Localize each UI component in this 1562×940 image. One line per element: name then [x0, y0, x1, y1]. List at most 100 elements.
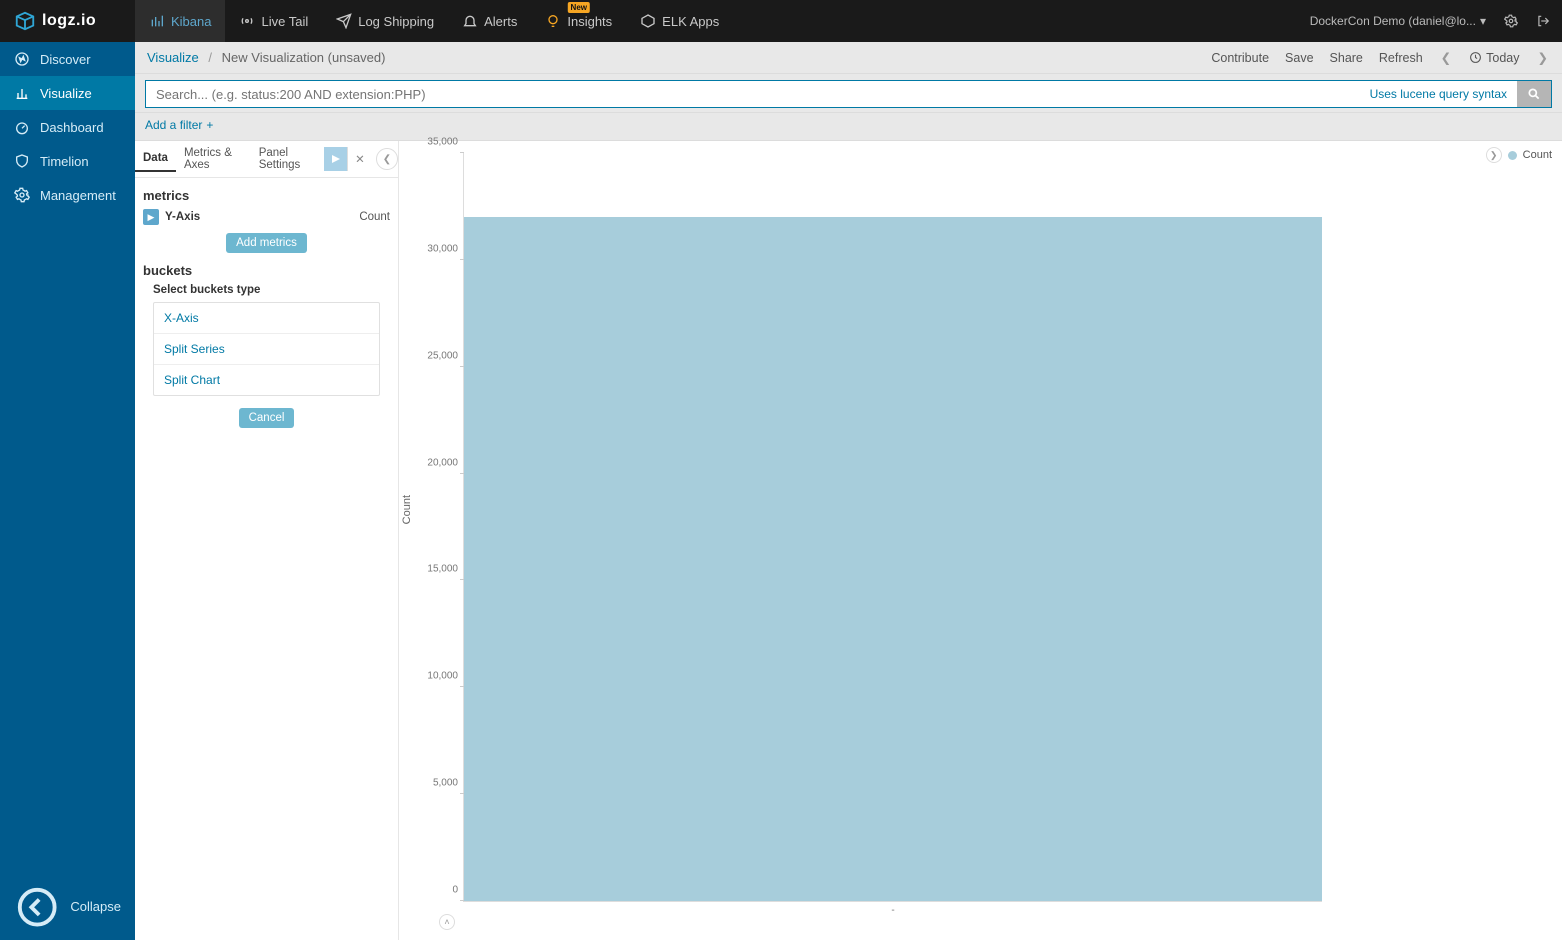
time-prev-button[interactable]: ❮ — [1439, 50, 1453, 65]
time-next-button[interactable]: ❯ — [1536, 50, 1550, 65]
editor-collapse-button[interactable]: ❮ — [376, 148, 398, 170]
topnav-right: DockerCon Demo (daniel@lo... ▾ — [1310, 14, 1550, 28]
chevron-up-icon: ˄ — [444, 917, 449, 927]
topnav-tab-logshipping[interactable]: Log Shipping — [322, 0, 448, 42]
add-metrics-button[interactable]: Add metrics — [226, 233, 307, 253]
topnav-tab-label: ELK Apps — [662, 14, 719, 29]
main: Visualize / New Visualization (unsaved) … — [135, 42, 1562, 940]
time-picker[interactable]: Today — [1469, 51, 1519, 65]
breadcrumb-current: New Visualization (unsaved) — [222, 50, 386, 65]
topnav-tab-label: Live Tail — [261, 14, 308, 29]
sidebar-collapse-label: Collapse — [70, 899, 121, 914]
y-tick: 15,000 — [427, 564, 464, 575]
topnav-tabs: Kibana Live Tail Log Shipping Alerts New… — [135, 0, 733, 42]
viz-editor: Data Metrics & Axes Panel Settings ✕ ❮ — [135, 141, 399, 940]
sidebar-item-label: Dashboard — [40, 120, 104, 135]
search-wrap: Uses lucene query syntax — [145, 80, 1552, 108]
time-label: Today — [1486, 51, 1519, 65]
sidebar-item-discover[interactable]: Discover — [0, 42, 135, 76]
sidebar-item-label: Discover — [40, 52, 91, 67]
metric-expand-button[interactable]: ▶ — [143, 209, 159, 225]
refresh-button[interactable]: Refresh — [1379, 51, 1423, 65]
bucket-option-split-chart[interactable]: Split Chart — [154, 365, 379, 395]
sidebar-item-label: Visualize — [40, 86, 92, 101]
workarea: Data Metrics & Axes Panel Settings ✕ ❮ — [135, 141, 1562, 940]
metrics-heading: metrics — [143, 188, 390, 203]
chart-bar[interactable] — [464, 217, 1322, 901]
metric-label: Y-Axis — [165, 211, 200, 223]
metric-value: Count — [359, 211, 390, 223]
plus-icon: + — [206, 118, 213, 132]
logout-button[interactable] — [1536, 14, 1550, 28]
y-tick: 35,000 — [427, 137, 464, 148]
x-tick: - — [891, 901, 894, 916]
settings-button[interactable] — [1504, 14, 1518, 28]
search-row: Uses lucene query syntax — [135, 74, 1562, 113]
cancel-button[interactable]: Cancel — [239, 408, 295, 428]
breadcrumb-actions: Contribute Save Share Refresh ❮ Today ❯ — [1211, 50, 1550, 65]
lightbulb-icon — [545, 13, 561, 29]
chart-area: Count - 05,00010,00015,00020,00025,00030… — [399, 147, 1552, 930]
sidebar-item-label: Timelion — [40, 154, 89, 169]
topnav-tab-label: Log Shipping — [358, 14, 434, 29]
save-button[interactable]: Save — [1285, 51, 1314, 65]
account-menu[interactable]: DockerCon Demo (daniel@lo... ▾ — [1310, 14, 1486, 28]
logout-icon — [1536, 14, 1550, 28]
topnav-tab-insights[interactable]: New Insights — [531, 0, 626, 42]
buckets-heading: buckets — [143, 263, 390, 278]
filter-row: Add a filter + — [135, 113, 1562, 141]
search-syntax-hint[interactable]: Uses lucene query syntax — [1360, 81, 1517, 107]
topnav-tab-label: Alerts — [484, 14, 517, 29]
logz-logo-icon — [14, 10, 36, 32]
close-icon: ✕ — [355, 152, 365, 166]
y-tick: 10,000 — [427, 671, 464, 682]
broadcast-icon — [239, 13, 255, 29]
search-button[interactable] — [1517, 81, 1551, 107]
compass-icon — [14, 51, 30, 67]
chevron-left-icon — [14, 884, 60, 930]
axis-expand-button[interactable]: ˄ — [439, 914, 455, 930]
breadcrumb-root[interactable]: Visualize — [147, 50, 199, 65]
editor-tab-metrics-axes[interactable]: Metrics & Axes — [176, 141, 251, 177]
add-filter-button[interactable]: Add a filter + — [145, 118, 213, 132]
top-nav: logz.io Kibana Live Tail Log Shipping Al… — [0, 0, 1562, 42]
clock-icon — [1469, 51, 1482, 64]
search-input[interactable] — [146, 81, 1360, 107]
breadcrumb-sep: / — [208, 50, 212, 65]
dashboard-icon — [14, 119, 30, 135]
add-filter-label: Add a filter — [145, 118, 202, 132]
plot[interactable]: - 05,00010,00015,00020,00025,00030,00035… — [463, 153, 1322, 902]
gear-icon — [1504, 14, 1518, 28]
breadcrumb: Visualize / New Visualization (unsaved) — [147, 50, 385, 65]
sidebar-item-management[interactable]: Management — [0, 178, 135, 212]
topnav-tab-livetail[interactable]: Live Tail — [225, 0, 322, 42]
y-tick: 25,000 — [427, 350, 464, 361]
chevron-left-icon: ❮ — [383, 154, 391, 165]
discard-changes-button[interactable]: ✕ — [348, 147, 372, 171]
caret-down-icon: ▾ — [1480, 14, 1486, 28]
metric-row-yaxis[interactable]: ▶ Y-Axis Count — [143, 209, 390, 225]
bar-chart-icon — [149, 13, 165, 29]
sidebar-item-label: Management — [40, 188, 116, 203]
topnav-tab-elkapps[interactable]: ELK Apps — [626, 0, 733, 42]
share-button[interactable]: Share — [1330, 51, 1363, 65]
sidebar-item-dashboard[interactable]: Dashboard — [0, 110, 135, 144]
y-tick: 20,000 — [427, 457, 464, 468]
topnav-tab-alerts[interactable]: Alerts — [448, 0, 531, 42]
bucket-option-split-series[interactable]: Split Series — [154, 334, 379, 365]
bucket-option-xaxis[interactable]: X-Axis — [154, 303, 379, 334]
sidebar-item-timelion[interactable]: Timelion — [0, 144, 135, 178]
topnav-tab-kibana[interactable]: Kibana — [135, 0, 225, 42]
sidebar-item-visualize[interactable]: Visualize — [0, 76, 135, 110]
editor-tab-panel[interactable]: Panel Settings — [251, 141, 324, 177]
apply-changes-button[interactable] — [324, 147, 348, 171]
brand-name: logz.io — [42, 12, 96, 30]
y-axis-label: Count — [401, 494, 413, 523]
editor-tab-data[interactable]: Data — [135, 146, 176, 172]
y-tick: 0 — [452, 885, 464, 896]
sidebar-collapse[interactable]: Collapse — [0, 874, 135, 940]
y-tick: 30,000 — [427, 243, 464, 254]
brand-logo[interactable]: logz.io — [0, 0, 135, 42]
editor-tabs: Data Metrics & Axes Panel Settings ✕ ❮ — [135, 141, 398, 178]
contribute-button[interactable]: Contribute — [1211, 51, 1269, 65]
